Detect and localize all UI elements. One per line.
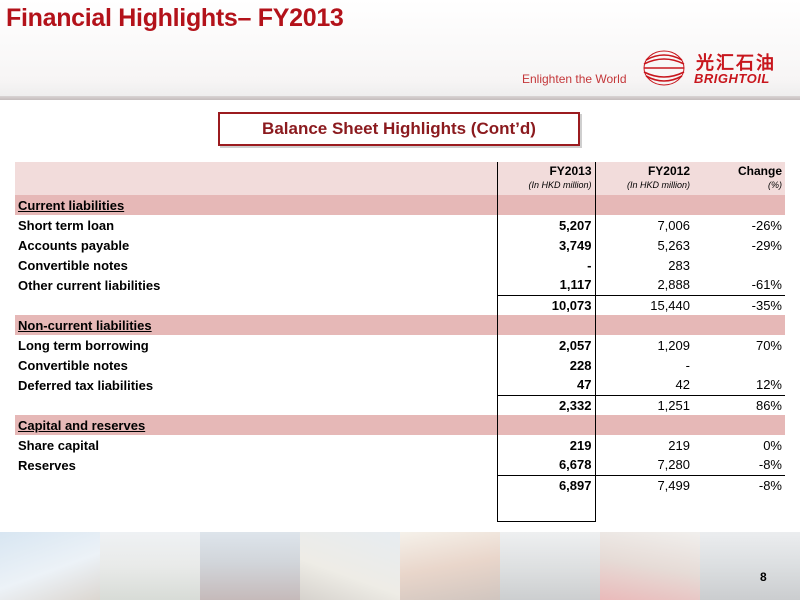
subtotal-row: 6,897 7,499 -8% <box>15 474 785 495</box>
brightoil-logo: 光汇石油 BRIGHTOIL <box>642 48 792 88</box>
fy2012-value: 219 <box>668 437 690 453</box>
balance-sheet-table: FY2013 (In HKD million) FY2012 (In HKD m… <box>15 162 785 522</box>
footer-photo <box>500 532 600 600</box>
section-header-row: Capital and reserves <box>15 415 785 435</box>
column-header-change: Change (%) <box>693 162 785 195</box>
column-header-fy2012: FY2012 (In HKD million) <box>595 162 693 195</box>
blank-row <box>15 495 785 522</box>
fy2012-value: 283 <box>668 257 690 273</box>
change-total: -8% <box>693 474 785 495</box>
section-title: Current liabilities <box>18 197 125 213</box>
fy2013-value: 5,207 <box>496 215 596 235</box>
row-label: Other current liabilities <box>18 277 161 293</box>
change-value: -61% <box>751 277 782 293</box>
change-value: -29% <box>751 237 782 253</box>
table-row: Convertible notes - 283 <box>15 255 785 275</box>
fy2012-value: 7,006 <box>657 217 690 233</box>
row-label: Convertible notes <box>18 257 128 273</box>
footer-photo <box>200 532 300 600</box>
footer-photo <box>400 532 500 600</box>
change-value: -8% <box>758 457 782 473</box>
fy2012-value: - <box>685 357 690 373</box>
section-header-row: Current liabilities <box>15 195 785 215</box>
row-label: Short term loan <box>18 217 115 233</box>
change-total: 86% <box>693 394 785 415</box>
page-title: Financial Highlights– FY2013 <box>6 4 344 32</box>
fy2013-total: 2,332 <box>496 394 596 415</box>
fy2013-value: 3,749 <box>496 235 596 255</box>
fy2013-value: 1,117 <box>496 275 596 295</box>
change-value: 12% <box>755 377 782 393</box>
column-header-fy2013: FY2013 (In HKD million) <box>496 162 596 195</box>
row-label: Accounts payable <box>18 237 130 253</box>
table-row: Share capital 219 219 0% <box>15 435 785 455</box>
section-title-cell: Non-current liabilities <box>15 315 497 335</box>
subtotal-row: 2,332 1,251 86% <box>15 394 785 415</box>
fy2013-total: 10,073 <box>496 294 596 315</box>
page-number: 8 <box>760 570 767 584</box>
logo-english-text: BRIGHTOIL <box>694 71 770 86</box>
fy2012-value: 7,280 <box>657 457 690 473</box>
table-row: Long term borrowing 2,057 1,209 70% <box>15 335 785 355</box>
table-row: Short term loan 5,207 7,006 -26% <box>15 215 785 235</box>
row-label: Deferred tax liabilities <box>18 377 154 393</box>
fy2013-value: - <box>496 255 596 275</box>
change-value <box>693 255 785 275</box>
footer-photo <box>100 532 200 600</box>
table-row: Other current liabilities 1,117 2,888 -61% <box>15 275 785 295</box>
fy2012-value: 1,209 <box>657 337 690 353</box>
footer-photo <box>0 532 100 600</box>
fy2012-value: 5,263 <box>657 237 690 253</box>
section-title-cell: Capital and reserves <box>15 415 497 435</box>
table-header-row: FY2013 (In HKD million) FY2012 (In HKD m… <box>15 162 785 195</box>
fy2012-value: 2,888 <box>657 277 690 293</box>
table-row: Reserves 6,678 7,280 -8% <box>15 455 785 475</box>
fy2012-total: 15,440 <box>595 294 693 315</box>
fy2012-value: 42 <box>675 377 690 393</box>
fy2013-value: 228 <box>496 355 596 375</box>
fy2012-total: 1,251 <box>595 394 693 415</box>
change-value: 70% <box>755 337 782 353</box>
tagline: Enlighten the World <box>522 72 627 86</box>
header-divider <box>0 96 800 100</box>
section-title: Non-current liabilities <box>18 317 152 333</box>
section-title: Capital and reserves <box>18 417 146 433</box>
footer-photo <box>600 532 700 600</box>
fy2013-value: 47 <box>496 375 596 395</box>
brightoil-logo-icon <box>643 50 685 86</box>
footer-photo-strip <box>0 532 800 600</box>
section-title-cell: Current liabilities <box>15 195 497 215</box>
footer-photo <box>300 532 400 600</box>
fy2013-total: 6,897 <box>496 474 596 495</box>
section-title: Balance Sheet Highlights (Cont’d) <box>218 112 580 146</box>
row-label: Long term borrowing <box>18 337 149 353</box>
row-label: Convertible notes <box>18 357 128 373</box>
fy2013-value: 219 <box>496 435 596 455</box>
table-row: Accounts payable 3,749 5,263 -29% <box>15 235 785 255</box>
row-label: Reserves <box>18 457 76 473</box>
fy2013-value: 2,057 <box>496 335 596 355</box>
fy2013-value: 6,678 <box>496 455 596 475</box>
change-total: -35% <box>693 294 785 315</box>
row-label: Share capital <box>18 437 99 453</box>
subtotal-row: 10,073 15,440 -35% <box>15 294 785 315</box>
change-value: 0% <box>763 437 782 453</box>
change-value <box>693 355 785 375</box>
section-header-row: Non-current liabilities <box>15 315 785 335</box>
table-row: Deferred tax liabilities 47 42 12% <box>15 375 785 395</box>
table-row: Convertible notes 228 - <box>15 355 785 375</box>
fy2012-total: 7,499 <box>595 474 693 495</box>
change-value: -26% <box>751 217 782 233</box>
footer-photo <box>700 532 800 600</box>
